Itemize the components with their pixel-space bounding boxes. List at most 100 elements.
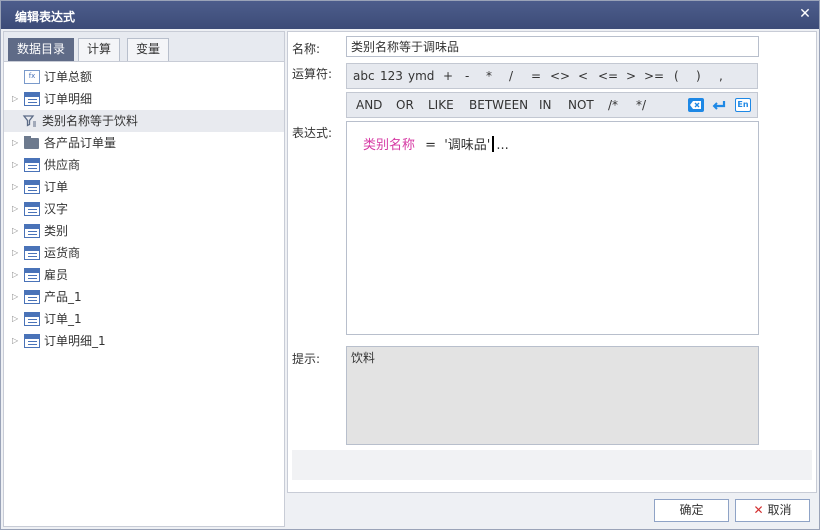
op-greater-button[interactable]: > — [626, 69, 636, 83]
op-between-button[interactable]: BETWEEN — [469, 98, 528, 112]
cancel-button-label: 取消 — [767, 503, 792, 517]
tree-node[interactable]: 类别名称等于饮料 — [4, 110, 284, 132]
expand-arrow-icon[interactable]: ▷ — [12, 198, 20, 220]
expand-arrow-icon[interactable]: ▷ — [12, 220, 20, 242]
op-comment-open-button[interactable]: /* — [608, 98, 618, 112]
table-icon — [24, 312, 40, 326]
op-plus-button[interactable]: + — [443, 69, 453, 83]
table-icon — [24, 268, 40, 282]
enter-icon[interactable] — [711, 98, 727, 112]
op-divide-button[interactable]: / — [509, 69, 513, 83]
clear-icon[interactable] — [688, 98, 704, 112]
op-like-button[interactable]: LIKE — [428, 98, 454, 112]
tree-node-label: 订单明细_1 — [44, 334, 106, 348]
op-in-button[interactable]: IN — [539, 98, 552, 112]
op-minus-button[interactable]: - — [465, 69, 469, 83]
name-label: 名称: — [292, 42, 321, 56]
expand-arrow-icon[interactable]: ▷ — [12, 176, 20, 198]
calc-field-icon: fx — [24, 70, 40, 84]
op-or-button[interactable]: OR — [396, 98, 414, 112]
op-not-equal-button[interactable]: <> — [550, 69, 570, 83]
op-greater-equal-button[interactable]: >= — [644, 69, 664, 83]
right-panel: 名称: 运算符: abc 123 ymd + - * / = <> < <= >… — [287, 31, 817, 493]
language-icon[interactable]: En — [735, 98, 751, 112]
tree-node[interactable]: ▷ 产品_1 — [4, 286, 284, 308]
op-comma-button[interactable]: , — [719, 69, 723, 83]
op-123-button[interactable]: 123 — [380, 69, 403, 83]
op-open-paren-button[interactable]: ( — [674, 69, 679, 83]
op-ymd-button[interactable]: ymd — [408, 69, 434, 83]
op-close-paren-button[interactable]: ) — [696, 69, 701, 83]
operator-label: 运算符: — [292, 67, 333, 81]
name-input[interactable] — [346, 36, 759, 57]
tree-node-label: 订单总额 — [44, 70, 93, 84]
table-icon — [24, 334, 40, 348]
tree-node[interactable]: ▷ 供应商 — [4, 154, 284, 176]
tree-node[interactable]: fx 订单总额 — [4, 66, 284, 88]
cancel-button[interactable]: ✕ 取消 — [735, 499, 810, 522]
expand-arrow-icon[interactable]: ▷ — [12, 264, 20, 286]
op-less-equal-button[interactable]: <= — [598, 69, 618, 83]
op-not-button[interactable]: NOT — [568, 98, 594, 112]
tree-node[interactable]: ▷ 汉字 — [4, 198, 284, 220]
operator-bar-row1: abc 123 ymd + - * / = <> < <= > >= ( ) , — [346, 63, 758, 89]
table-icon — [24, 92, 40, 106]
expand-arrow-icon[interactable]: ▷ — [12, 242, 20, 264]
op-less-button[interactable]: < — [578, 69, 588, 83]
expand-arrow-icon[interactable]: ▷ — [12, 286, 20, 308]
left-panel: 数据目录 计算 变量 fx 订单总额 ▷ 订单明细 类别名称等于饮料 ▷ 各产品… — [3, 31, 285, 527]
expression-line: 类别名称 = '调味品'... — [363, 134, 509, 153]
title-bar: 编辑表达式 ✕ — [1, 1, 819, 29]
tree-node[interactable]: ▷ 运货商 — [4, 242, 284, 264]
expand-arrow-icon[interactable]: ▷ — [12, 132, 20, 154]
tree-node[interactable]: ▷ 订单明细 — [4, 88, 284, 110]
op-abc-button[interactable]: abc — [353, 69, 375, 83]
expression-value-token: '调味品' — [444, 138, 491, 153]
edit-expression-dialog: 编辑表达式 ✕ 数据目录 计算 变量 fx 订单总额 ▷ 订单明细 类别名称等于 — [0, 0, 820, 530]
expand-arrow-icon[interactable]: ▷ — [12, 154, 20, 176]
expression-operator-token: = — [425, 138, 437, 153]
ok-button[interactable]: 确定 — [654, 499, 729, 522]
close-icon[interactable]: ✕ — [797, 6, 813, 22]
tree-node-label: 汉字 — [44, 202, 69, 216]
hint-box: 饮料 — [346, 346, 759, 445]
cancel-x-icon: ✕ — [753, 503, 764, 517]
op-equal-button[interactable]: = — [531, 69, 541, 83]
tree-node[interactable]: ▷ 订单_1 — [4, 308, 284, 330]
status-strip — [292, 450, 812, 480]
tab-data-catalog[interactable]: 数据目录 — [8, 38, 75, 61]
filter-icon — [22, 113, 38, 129]
table-icon — [24, 202, 40, 216]
table-icon — [24, 224, 40, 238]
op-and-button[interactable]: AND — [356, 98, 382, 112]
expression-suffix: ... — [496, 138, 509, 153]
tree-node-label: 订单_1 — [44, 312, 82, 326]
table-icon — [24, 290, 40, 304]
folder-icon — [24, 136, 39, 149]
table-icon — [24, 180, 40, 194]
tree-node-label: 产品_1 — [44, 290, 82, 304]
tree-node-label: 订单明细 — [44, 92, 93, 106]
tab-calculation[interactable]: 计算 — [78, 38, 121, 61]
tree-node[interactable]: ▷ 订单明细_1 — [4, 330, 284, 352]
operator-bar-row2: AND OR LIKE BETWEEN IN NOT /* */ En — [346, 92, 758, 118]
tree-node[interactable]: ▷ 雇员 — [4, 264, 284, 286]
table-icon — [24, 246, 40, 260]
expand-arrow-icon[interactable]: ▷ — [12, 88, 20, 110]
tree-node-label: 雇员 — [44, 268, 69, 282]
op-multiply-button[interactable]: * — [486, 69, 492, 83]
tab-variables[interactable]: 变量 — [127, 38, 170, 61]
tree-node[interactable]: ▷ 订单 — [4, 176, 284, 198]
tree-node[interactable]: ▷ 类别 — [4, 220, 284, 242]
tree-node-label: 各产品订单量 — [44, 136, 117, 150]
expression-field-token[interactable]: 类别名称 — [363, 138, 415, 153]
expand-arrow-icon[interactable]: ▷ — [12, 308, 20, 330]
expression-editor[interactable]: 类别名称 = '调味品'... — [346, 121, 759, 335]
text-cursor — [492, 136, 495, 152]
tab-bar: 数据目录 计算 变量 — [4, 32, 284, 62]
op-comment-close-button[interactable]: */ — [636, 98, 646, 112]
expand-arrow-icon[interactable]: ▷ — [12, 330, 20, 352]
hint-label: 提示: — [292, 352, 321, 366]
tree-node[interactable]: ▷ 各产品订单量 — [4, 132, 284, 154]
tree-node-label: 类别名称等于饮料 — [42, 114, 139, 128]
